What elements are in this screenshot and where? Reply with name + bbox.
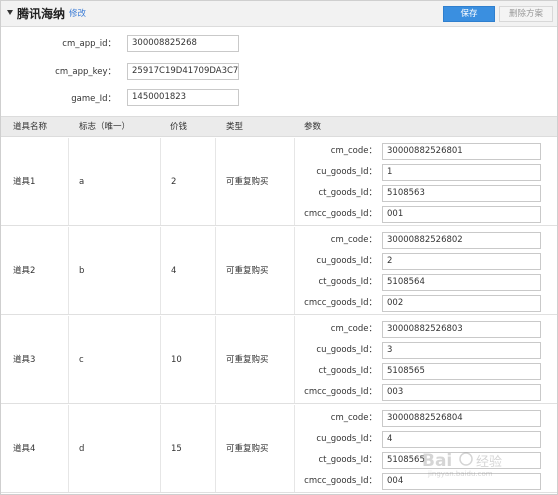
table-row: 道具3 c 10 可重复购买 cm_code： 30000882526803 c… bbox=[1, 316, 557, 404]
cmcc-goods-id-label: cmcc_goods_Id： bbox=[304, 298, 377, 308]
cm-code-input[interactable]: 30000882526802 bbox=[382, 232, 541, 249]
collapse-caret-icon[interactable] bbox=[7, 10, 13, 15]
item-name: 道具2 bbox=[13, 266, 36, 276]
cu-goods-id-input[interactable]: 4 bbox=[382, 431, 541, 448]
cm-app-id-input[interactable]: 300008825268 bbox=[127, 35, 239, 52]
cu-goods-id-label: cu_goods_Id： bbox=[316, 345, 377, 355]
item-flag: c bbox=[79, 355, 84, 365]
item-type: 可重复购买 bbox=[226, 355, 269, 365]
cu-goods-id-input[interactable]: 1 bbox=[382, 164, 541, 181]
item-price: 4 bbox=[171, 266, 177, 276]
edit-link[interactable]: 修改 bbox=[69, 9, 86, 20]
cm-app-key-label: cm_app_key： bbox=[55, 67, 116, 77]
cm-app-id-label: cm_app_id： bbox=[62, 39, 116, 49]
item-price: 15 bbox=[171, 444, 182, 454]
cm-code-label: cm_code： bbox=[330, 235, 377, 245]
table-header: 道具名称 标志（唯一） 价钱 类型 参数 bbox=[1, 116, 557, 137]
cm-code-input[interactable]: 30000882526801 bbox=[382, 143, 541, 160]
cm-code-input[interactable]: 30000882526804 bbox=[382, 410, 541, 427]
column-header-type: 类型 bbox=[226, 122, 244, 132]
cu-goods-id-input[interactable]: 2 bbox=[382, 253, 541, 270]
ct-goods-id-label: ct_goods_Id： bbox=[318, 366, 377, 376]
cu-goods-id-input[interactable]: 3 bbox=[382, 342, 541, 359]
cu-goods-id-label: cu_goods_Id： bbox=[316, 434, 377, 444]
cm-code-label: cm_code： bbox=[330, 413, 377, 423]
panel-header: 腾讯海纳 修改 保存 删除方案 bbox=[1, 1, 557, 27]
item-name: 道具3 bbox=[13, 355, 36, 365]
item-flag: a bbox=[79, 177, 85, 187]
baidu-jingyan-watermark-logo: Bai 经验 jingyan.baidu.com bbox=[422, 451, 502, 478]
cmcc-goods-id-input[interactable]: 003 bbox=[382, 384, 541, 401]
item-type: 可重复购买 bbox=[226, 177, 269, 187]
watermark-logo-subtext: jingyan.baidu.com bbox=[427, 470, 493, 478]
watermark-logo-text: Bai bbox=[422, 451, 452, 471]
panel-title: 腾讯海纳 bbox=[17, 7, 66, 21]
column-header-name: 道具名称 bbox=[13, 122, 48, 132]
item-type: 可重复购买 bbox=[226, 444, 269, 454]
column-header-params: 参数 bbox=[304, 122, 322, 132]
game-id-input[interactable]: 1450001823 bbox=[127, 89, 239, 106]
item-price: 10 bbox=[171, 355, 182, 365]
cmcc-goods-id-input[interactable]: 001 bbox=[382, 206, 541, 223]
column-header-flag: 标志（唯一） bbox=[79, 122, 131, 132]
ct-goods-id-input[interactable]: 5108563 bbox=[382, 185, 541, 202]
cm-code-input[interactable]: 30000882526803 bbox=[382, 321, 541, 338]
cm-app-key-input[interactable]: 25917C19D41709DA3C78CA6 bbox=[127, 63, 239, 80]
item-price: 2 bbox=[171, 177, 177, 187]
cmcc-goods-id-input[interactable]: 002 bbox=[382, 295, 541, 312]
ct-goods-id-input[interactable]: 5108565 bbox=[382, 363, 541, 380]
item-flag: d bbox=[79, 444, 85, 454]
watermark-logo-text-cn: 经验 bbox=[476, 454, 502, 470]
cmcc-goods-id-label: cmcc_goods_Id： bbox=[304, 476, 377, 486]
table-row: 道具1 a 2 可重复购买 cm_code： 30000882526801 cu… bbox=[1, 138, 557, 226]
ct-goods-id-label: ct_goods_Id： bbox=[318, 188, 377, 198]
item-name: 道具4 bbox=[13, 444, 36, 454]
item-type: 可重复购买 bbox=[226, 266, 269, 276]
cu-goods-id-label: cu_goods_Id： bbox=[316, 256, 377, 266]
cm-code-label: cm_code： bbox=[330, 324, 377, 334]
item-flag: b bbox=[79, 266, 85, 276]
ct-goods-id-label: ct_goods_Id： bbox=[318, 277, 377, 287]
game-id-label: game_Id： bbox=[71, 94, 116, 104]
ct-goods-id-label: ct_goods_Id： bbox=[318, 455, 377, 465]
save-button[interactable]: 保存 bbox=[443, 6, 495, 22]
cmcc-goods-id-label: cmcc_goods_Id： bbox=[304, 387, 377, 397]
cmcc-goods-id-label: cmcc_goods_Id： bbox=[304, 209, 377, 219]
item-name: 道具1 bbox=[13, 177, 36, 187]
column-header-price: 价钱 bbox=[170, 122, 188, 132]
cu-goods-id-label: cu_goods_Id： bbox=[316, 167, 377, 177]
table-row: 道具2 b 4 可重复购买 cm_code： 30000882526802 cu… bbox=[1, 227, 557, 315]
delete-plan-button[interactable]: 删除方案 bbox=[499, 6, 553, 22]
cm-code-label: cm_code： bbox=[330, 146, 377, 156]
ct-goods-id-input[interactable]: 5108564 bbox=[382, 274, 541, 291]
